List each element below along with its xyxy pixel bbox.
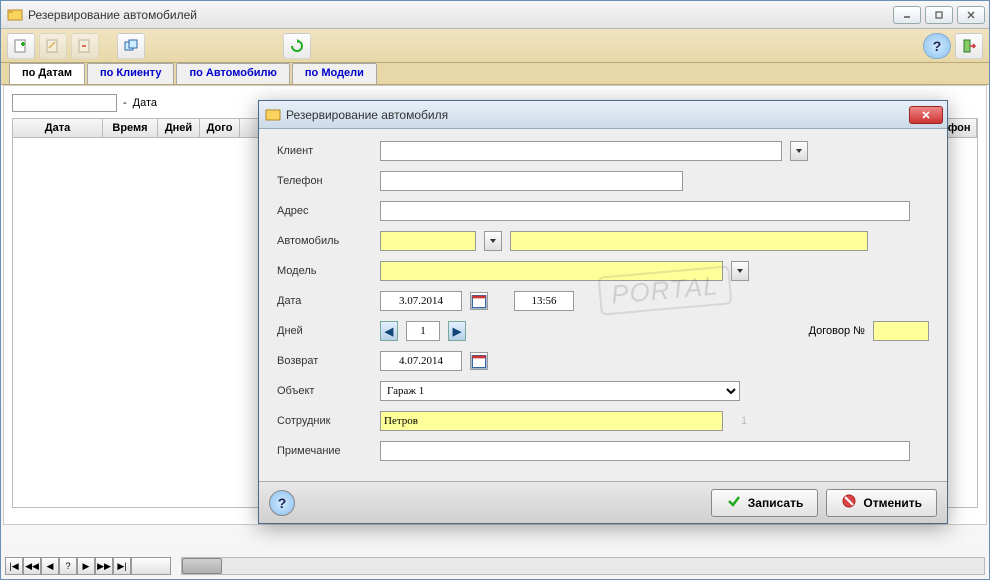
model-dropdown-button[interactable] — [731, 261, 749, 281]
note-input[interactable] — [380, 441, 910, 461]
car-dropdown-button[interactable] — [484, 231, 502, 251]
row-date: Дата — [277, 291, 929, 311]
dialog-close-button[interactable] — [909, 106, 943, 124]
row-days: Дней ◀ ▶ Договор № — [277, 321, 929, 341]
car-name-input[interactable] — [510, 231, 868, 251]
col-date[interactable]: Дата — [13, 119, 103, 137]
main-titlebar: Резервирование автомобилей — [1, 1, 989, 29]
client-input[interactable] — [380, 141, 782, 161]
date-calendar-button[interactable] — [470, 292, 488, 310]
label-contract: Договор № — [809, 325, 865, 337]
filter-label: Дата — [133, 97, 157, 109]
return-calendar-button[interactable] — [470, 352, 488, 370]
row-address: Адрес — [277, 201, 929, 221]
nav-next[interactable]: ▶ — [77, 557, 95, 575]
main-window-title: Резервирование автомобилей — [28, 8, 893, 22]
tab-by-car[interactable]: по Автомобилю — [176, 63, 289, 84]
reservation-dialog: Резервирование автомобиля Клиент Телефон… — [258, 100, 948, 524]
window-controls — [893, 6, 989, 24]
main-toolbar: ? — [1, 29, 989, 63]
row-phone: Телефон — [277, 171, 929, 191]
nav-last[interactable]: ▶| — [113, 557, 131, 575]
dialog-footer: ? Записать Отменить — [259, 481, 947, 523]
cancel-button-label: Отменить — [863, 496, 922, 510]
horizontal-scrollbar[interactable] — [181, 557, 985, 575]
tab-by-model[interactable]: по Модели — [292, 63, 377, 84]
label-address: Адрес — [277, 205, 372, 217]
date-input[interactable] — [380, 291, 462, 311]
row-return: Возврат — [277, 351, 929, 371]
delete-button[interactable] — [71, 33, 99, 59]
label-days: Дней — [277, 325, 372, 337]
nav-next-page[interactable]: ▶▶ — [95, 557, 113, 575]
client-dropdown-button[interactable] — [790, 141, 808, 161]
windows-button[interactable] — [117, 33, 145, 59]
save-button-label: Записать — [748, 496, 804, 510]
row-model: Модель — [277, 261, 929, 281]
label-object: Объект — [277, 385, 372, 397]
refresh-button[interactable] — [283, 33, 311, 59]
help-toolbar-button[interactable]: ? — [923, 33, 951, 59]
row-object: Объект Гараж 1 — [277, 381, 929, 401]
row-note: Примечание — [277, 441, 929, 461]
cancel-icon — [841, 493, 857, 512]
time-input[interactable] — [514, 291, 574, 311]
label-employee: Сотрудник — [277, 415, 372, 427]
car-code-input[interactable] — [380, 231, 476, 251]
record-navigator: |◀ ◀◀ ◀ ? ▶ ▶▶ ▶| — [5, 557, 171, 575]
main-tabs: по Датам по Клиенту по Автомобилю по Мод… — [1, 63, 989, 85]
row-employee: Сотрудник 1 — [277, 411, 929, 431]
dialog-titlebar: Резервирование автомобиля — [259, 101, 947, 129]
contract-input[interactable] — [873, 321, 929, 341]
label-return: Возврат — [277, 355, 372, 367]
object-select[interactable]: Гараж 1 — [380, 381, 740, 401]
filter-separator: - — [123, 97, 127, 109]
days-increment-button[interactable]: ▶ — [448, 321, 466, 341]
edit-button[interactable] — [39, 33, 67, 59]
dialog-icon — [265, 107, 281, 123]
model-input[interactable] — [380, 261, 723, 281]
cancel-button[interactable]: Отменить — [826, 489, 937, 517]
tab-by-client[interactable]: по Клиенту — [87, 63, 174, 84]
col-time[interactable]: Время — [103, 119, 158, 137]
label-phone: Телефон — [277, 175, 372, 187]
check-icon — [726, 493, 742, 512]
days-input[interactable] — [406, 321, 440, 341]
nav-prev-page[interactable]: ◀◀ — [23, 557, 41, 575]
label-client: Клиент — [277, 145, 372, 157]
col-days[interactable]: Дней — [158, 119, 200, 137]
close-button[interactable] — [957, 6, 985, 24]
label-date: Дата — [277, 295, 372, 307]
dialog-body: Клиент Телефон Адрес Автомобиль Модель — [259, 129, 947, 469]
app-icon — [7, 7, 23, 23]
maximize-button[interactable] — [925, 6, 953, 24]
row-client: Клиент — [277, 141, 929, 161]
nav-first[interactable]: |◀ — [5, 557, 23, 575]
nav-status: ? — [59, 557, 77, 575]
return-input[interactable] — [380, 351, 462, 371]
dialog-title: Резервирование автомобиля — [286, 108, 909, 122]
label-model: Модель — [277, 265, 372, 277]
address-input[interactable] — [380, 201, 910, 221]
minimize-button[interactable] — [893, 6, 921, 24]
days-decrement-button[interactable]: ◀ — [380, 321, 398, 341]
exit-button[interactable] — [955, 33, 983, 59]
dialog-help-button[interactable]: ? — [269, 490, 295, 516]
employee-input[interactable] — [380, 411, 723, 431]
employee-id: 1 — [741, 415, 747, 427]
row-car: Автомобиль — [277, 231, 929, 251]
save-button[interactable]: Записать — [711, 489, 819, 517]
phone-input[interactable] — [380, 171, 683, 191]
add-button[interactable] — [7, 33, 35, 59]
label-car: Автомобиль — [277, 235, 372, 247]
tab-by-date[interactable]: по Датам — [9, 63, 85, 84]
date-from-input[interactable] — [12, 94, 117, 112]
label-note: Примечание — [277, 445, 372, 457]
col-contract[interactable]: Дого — [200, 119, 240, 137]
nav-extra[interactable] — [131, 557, 171, 575]
nav-prev[interactable]: ◀ — [41, 557, 59, 575]
